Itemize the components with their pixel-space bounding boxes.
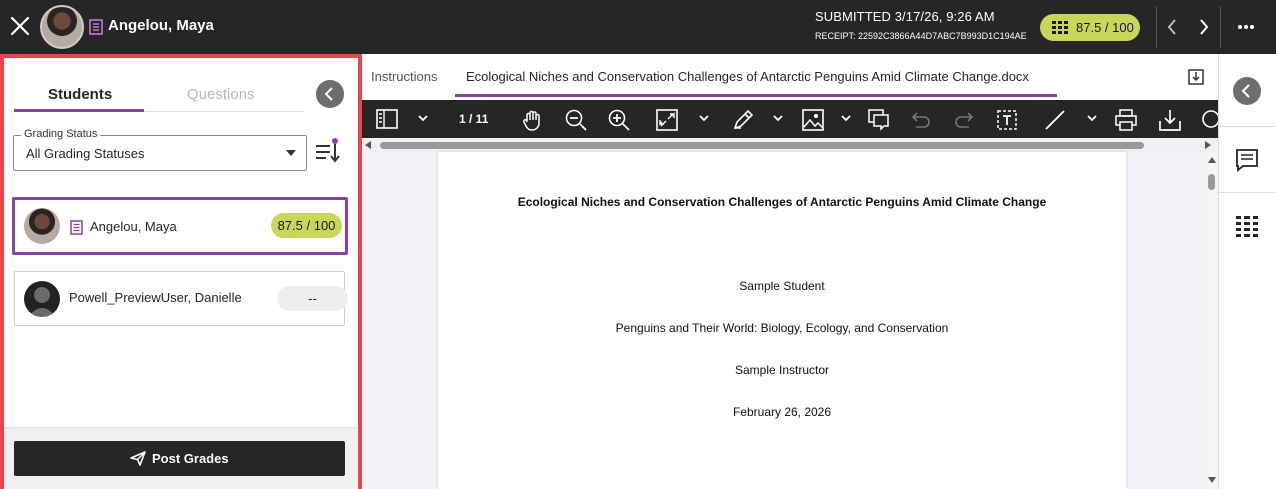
feedback-icon[interactable] [1233, 146, 1261, 174]
document-viewer: Instructions Ecological Niches and Conse… [362, 54, 1218, 489]
scrollbar-thumb[interactable] [1208, 174, 1215, 190]
score-value: 87.5 / 100 [1076, 20, 1134, 35]
student-name: Angelou, Maya [90, 219, 177, 234]
scroll-left-icon[interactable] [365, 141, 371, 149]
submission-icon [89, 19, 103, 35]
annotation-toolbar: 1 / 11 [362, 100, 1218, 138]
post-grades-label: Post Grades [152, 451, 229, 466]
tab-file[interactable]: Ecological Niches and Conservation Chall… [466, 69, 1029, 84]
chevron-right-icon[interactable] [1196, 16, 1212, 38]
avatar [40, 5, 84, 49]
submitted-timestamp: SUBMITTED 3/17/26, 9:26 AM [815, 9, 995, 24]
receipt-id: RECEIPT: 22592C3866A44D7ABC7B993D1C194AE [815, 31, 1027, 41]
user-silhouette-icon [28, 287, 56, 317]
comment-icon[interactable] [868, 109, 890, 131]
sort-icon[interactable] [314, 136, 340, 166]
active-tab-indicator [14, 109, 144, 112]
avatar [24, 208, 60, 244]
document-page: Ecological Niches and Conservation Chall… [438, 152, 1126, 489]
undo-icon[interactable] [910, 109, 932, 131]
image-icon[interactable] [802, 109, 824, 131]
document-student: Sample Student [739, 279, 825, 293]
zoom-out-icon[interactable] [565, 109, 587, 131]
chevron-left-icon[interactable] [1233, 77, 1261, 105]
chevron-down-icon[interactable] [773, 115, 783, 122]
student-score: -- [277, 286, 348, 311]
avatar [24, 281, 60, 317]
page-indicator: 1 / 11 [459, 112, 489, 126]
student-score: 87.5 / 100 [271, 213, 342, 238]
divider [1220, 6, 1221, 48]
zoom-in-icon[interactable] [608, 109, 630, 131]
score-badge[interactable]: 87.5 / 100 [1040, 14, 1140, 41]
redo-icon[interactable] [953, 109, 975, 131]
chevron-down-icon[interactable] [841, 115, 851, 122]
document-canvas: Ecological Niches and Conservation Chall… [362, 152, 1206, 489]
submission-icon [70, 220, 83, 235]
student-row-selected[interactable]: Angelou, Maya 87.5 / 100 [12, 197, 348, 255]
divider [1219, 126, 1276, 127]
horizontal-scrollbar[interactable] [362, 138, 1218, 152]
active-tab-indicator [455, 94, 1057, 97]
rubric-icon [1052, 21, 1068, 34]
student-name: Powell_PreviewUser, Danielle [69, 290, 242, 305]
document-course: Penguins and Their World: Biology, Ecolo… [615, 321, 949, 335]
line-icon[interactable] [1044, 109, 1066, 131]
student-row[interactable]: Powell_PreviewUser, Danielle -- [14, 271, 348, 326]
hand-icon[interactable] [522, 109, 544, 131]
rubric-icon[interactable] [1233, 212, 1261, 240]
scrollbar-thumb[interactable] [380, 142, 1144, 149]
caret-down-icon [286, 150, 296, 156]
divider [1156, 6, 1157, 48]
grading-status-select[interactable]: Grading Status All Grading Statuses [13, 128, 307, 171]
chevron-down-icon[interactable] [1087, 115, 1097, 122]
panel-footer: Post Grades [4, 427, 358, 489]
more-icon[interactable] [1236, 17, 1256, 37]
fit-icon[interactable] [656, 109, 678, 131]
scroll-down-icon[interactable] [1208, 477, 1216, 483]
vertical-scrollbar[interactable] [1206, 152, 1218, 489]
chevron-left-icon[interactable] [1164, 16, 1180, 38]
collapse-panel-button[interactable] [316, 80, 344, 108]
download-icon[interactable] [1188, 67, 1204, 85]
document-title: Ecological Niches and Conservation Chall… [517, 195, 1047, 209]
right-rail [1218, 54, 1276, 489]
print-icon[interactable] [1115, 109, 1137, 131]
text-box-icon[interactable] [996, 109, 1018, 131]
chevron-down-icon[interactable] [699, 115, 709, 122]
top-bar: Angelou, Maya SUBMITTED 3/17/26, 9:26 AM… [0, 0, 1276, 54]
search-icon[interactable] [1200, 109, 1218, 131]
tab-questions[interactable]: Questions [187, 86, 255, 103]
student-name: Angelou, Maya [108, 17, 214, 34]
grading-status-value: All Grading Statuses [26, 146, 145, 161]
document-date: February 26, 2026 [732, 405, 832, 419]
send-icon [130, 451, 146, 466]
students-panel: Students Questions Grading Status All Gr… [0, 54, 362, 489]
chevron-down-icon[interactable] [418, 115, 428, 122]
tab-divider [144, 111, 304, 112]
tab-students[interactable]: Students [48, 86, 112, 103]
pen-icon[interactable] [732, 109, 754, 131]
close-icon[interactable] [8, 13, 32, 39]
document-instructor: Sample Instructor [734, 363, 830, 377]
divider [1219, 192, 1276, 193]
download-icon[interactable] [1159, 109, 1181, 131]
scroll-up-icon[interactable] [1208, 157, 1216, 163]
sidebar-icon[interactable] [376, 109, 398, 129]
scroll-right-icon[interactable] [1205, 141, 1211, 149]
post-grades-button[interactable]: Post Grades [14, 441, 345, 476]
tab-instructions[interactable]: Instructions [371, 69, 437, 84]
grading-status-label: Grading Status [21, 128, 101, 140]
